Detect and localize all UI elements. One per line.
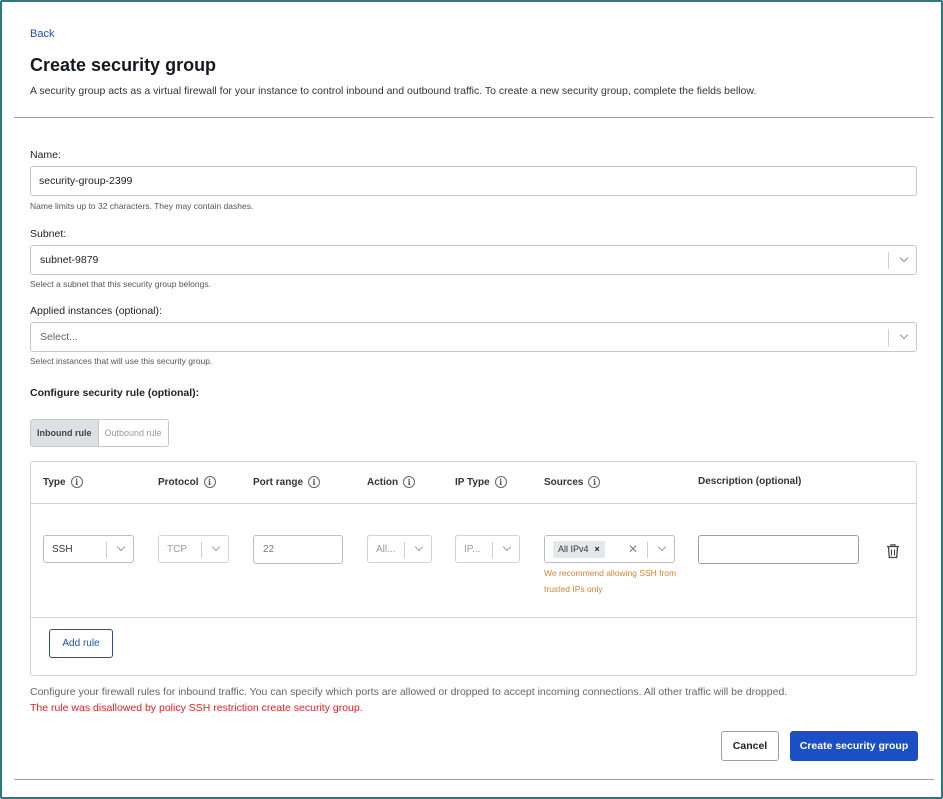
add-rule-button[interactable]: Add rule <box>49 629 113 658</box>
chevron-down-icon <box>116 542 126 552</box>
info-icon[interactable]: i <box>308 476 321 488</box>
rule-protocol-select[interactable]: TCP <box>158 535 229 563</box>
select-separator <box>106 542 107 558</box>
instances-select[interactable]: Select... <box>30 322 917 352</box>
info-icon[interactable]: i <box>203 476 216 488</box>
close-icon[interactable]: × <box>595 541 600 558</box>
trash-icon[interactable] <box>886 543 900 559</box>
page-title: Create security group <box>30 55 217 75</box>
column-header-type: Type i <box>43 476 83 488</box>
column-header-sources: Sources i <box>544 476 601 488</box>
create-security-group-button[interactable]: Create security group <box>790 731 918 761</box>
rule-action-select[interactable]: All... <box>367 535 432 563</box>
sources-tag-label: All IPv4 <box>558 544 589 554</box>
select-separator <box>404 542 405 558</box>
chevron-down-icon <box>211 542 221 552</box>
page-frame: Back Create security group A security gr… <box>0 0 943 799</box>
select-separator <box>888 329 889 346</box>
rules-note: Configure your firewall rules for inboun… <box>30 686 788 698</box>
rule-ip-type-select[interactable]: IP... <box>455 535 520 563</box>
chevron-down-icon <box>502 542 512 552</box>
column-header-port-range: Port range i <box>253 476 321 488</box>
instances-placeholder: Select... <box>40 331 78 343</box>
ssh-warning: We recommend allowing SSH from trusted I… <box>544 568 677 594</box>
rule-type-value: SSH <box>52 544 73 555</box>
column-header-protocol: Protocol i <box>158 476 216 488</box>
divider-bottom <box>14 779 934 780</box>
chevron-down-icon <box>657 542 667 552</box>
column-header-action: Action i <box>367 476 416 488</box>
chevron-down-icon <box>899 253 909 263</box>
rule-direction-tabs: Inbound rule Outbound rule <box>30 419 169 447</box>
select-separator <box>492 542 493 558</box>
subnet-label: Subnet: <box>30 228 67 240</box>
chevron-down-icon <box>899 330 909 340</box>
security-rule-section-label: Configure security rule (optional): <box>30 387 200 399</box>
rule-action-value: All... <box>376 544 396 555</box>
rule-ip-type-value: IP... <box>464 544 481 555</box>
info-icon[interactable]: i <box>70 476 83 488</box>
rule-row: SSH TCP All... IP... A <box>31 505 916 618</box>
policy-error: The rule was disallowed by policy SSH re… <box>30 702 363 714</box>
rule-sources-select[interactable]: All IPv4 × ✕ <box>544 535 675 563</box>
name-hint: Name limits up to 32 characters. They ma… <box>30 201 254 211</box>
rule-port-range-input[interactable] <box>253 535 343 564</box>
column-header-ip-type: IP Type i <box>455 476 507 488</box>
select-separator <box>647 542 648 558</box>
tab-outbound-rule[interactable]: Outbound rule <box>98 420 168 446</box>
instances-label: Applied instances (optional): <box>30 305 162 317</box>
rule-description-input[interactable] <box>698 535 859 564</box>
rule-type-select[interactable]: SSH <box>43 535 134 563</box>
name-input[interactable] <box>30 166 917 196</box>
cancel-button[interactable]: Cancel <box>721 731 779 761</box>
page-subtitle: A security group acts as a virtual firew… <box>30 85 757 97</box>
subnet-hint: Select a subnet that this security group… <box>30 279 211 289</box>
column-header-description: Description (optional) <box>698 476 802 487</box>
rule-protocol-value: TCP <box>167 544 187 555</box>
name-label: Name: <box>30 149 61 161</box>
tab-inbound-rule[interactable]: Inbound rule <box>31 420 99 446</box>
subnet-value: subnet-9879 <box>40 254 99 266</box>
rules-table-header: Type i Protocol i Port range i Action i IP T… <box>31 462 916 504</box>
info-icon[interactable]: i <box>494 476 507 488</box>
rules-table: Type i Protocol i Port range i Action i IP T… <box>30 461 917 676</box>
chevron-down-icon <box>414 542 424 552</box>
divider-top <box>14 117 934 118</box>
select-separator <box>201 542 202 558</box>
sources-tag: All IPv4 × <box>553 541 605 558</box>
subnet-select[interactable]: subnet-9879 <box>30 245 917 275</box>
clear-icon[interactable]: ✕ <box>628 542 638 556</box>
select-separator <box>888 252 889 269</box>
info-icon[interactable]: i <box>403 476 416 488</box>
info-icon[interactable]: i <box>588 476 601 488</box>
back-link[interactable]: Back <box>30 28 54 40</box>
instances-hint: Select instances that will use this secu… <box>30 356 213 366</box>
